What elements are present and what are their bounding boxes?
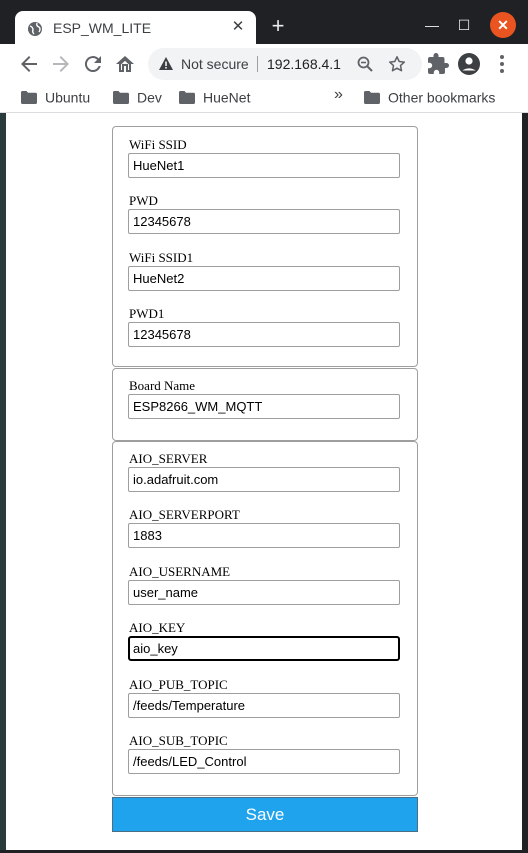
menu-kebab-icon[interactable] — [490, 52, 514, 76]
extensions-icon[interactable] — [426, 52, 450, 76]
profile-avatar-icon[interactable] — [457, 52, 481, 76]
bookmark-other[interactable]: Other bookmarks — [364, 88, 495, 108]
browser-toolbar: Not secure 192.168.4.1 — [0, 44, 528, 84]
address-bar[interactable]: Not secure 192.168.4.1 — [148, 48, 422, 80]
pwd-input[interactable] — [128, 209, 400, 234]
tab-title: ESP_WM_LITE — [53, 20, 152, 36]
aio-key-label: AIO_KEY — [129, 620, 186, 635]
maximize-button[interactable]: ☐ — [451, 12, 477, 38]
bookmarks-bar: Ubuntu Dev HueNet » Other bookmarks — [0, 84, 528, 112]
bookmark-huenet[interactable]: HueNet — [179, 88, 250, 108]
aio-sub-topic-label: AIO_SUB_TOPIC — [129, 733, 228, 748]
tab-close-icon[interactable]: ✕ — [228, 17, 248, 37]
aio-username-label: AIO_USERNAME — [129, 564, 231, 579]
bookmark-dev[interactable]: Dev — [113, 88, 162, 108]
address-divider — [257, 56, 258, 72]
forward-arrow-icon[interactable] — [49, 52, 73, 76]
zoom-out-icon[interactable] — [356, 55, 374, 73]
window-close-button[interactable]: ✕ — [490, 12, 516, 38]
home-icon[interactable] — [113, 52, 137, 76]
reload-icon[interactable] — [81, 52, 105, 76]
wifi-ssid-label: WiFi SSID — [129, 137, 187, 152]
minimize-button[interactable]: — — [419, 12, 445, 38]
aio-serverport-label: AIO_SERVERPORT — [129, 507, 240, 522]
aio-username-input[interactable] — [128, 580, 400, 605]
folder-icon — [21, 90, 37, 104]
back-arrow-icon[interactable] — [17, 52, 41, 76]
folder-icon — [179, 90, 195, 104]
globe-icon — [28, 22, 42, 36]
new-tab-button[interactable]: + — [266, 14, 290, 38]
wifi-credentials-group: WiFi SSID PWD WiFi SSID1 PWD1 — [112, 126, 418, 367]
bookmarks-overflow-chevron-icon[interactable]: » — [334, 86, 343, 106]
pwd-label: PWD — [129, 193, 158, 208]
folder-icon — [113, 90, 129, 104]
aio-server-label: AIO_SERVER — [129, 451, 208, 466]
folder-icon — [364, 90, 380, 104]
wifi-ssid-input[interactable] — [128, 153, 400, 178]
aio-server-input[interactable] — [128, 467, 400, 492]
board-name-input[interactable] — [128, 394, 400, 419]
bookmark-ubuntu[interactable]: Ubuntu — [21, 88, 90, 108]
warning-icon[interactable] — [158, 56, 174, 72]
title-bar: ESP_WM_LITE ✕ + — ☐ ✕ — [0, 0, 528, 46]
aio-pub-topic-input[interactable] — [128, 693, 400, 718]
browser-tab[interactable]: ESP_WM_LITE ✕ — [15, 11, 256, 46]
save-button[interactable]: Save — [112, 797, 418, 832]
wifi-ssid1-input[interactable] — [128, 266, 400, 291]
mqtt-settings-group: AIO_SERVER AIO_SERVERPORT AIO_USERNAME A… — [112, 441, 418, 796]
bookmark-star-icon[interactable] — [388, 55, 406, 73]
aio-key-input[interactable] — [128, 636, 400, 661]
aio-sub-topic-input[interactable] — [128, 749, 400, 774]
page-viewport: WiFi SSID PWD WiFi SSID1 PWD1 Board Name… — [6, 113, 522, 850]
pwd1-label: PWD1 — [129, 306, 165, 321]
aio-pub-topic-label: AIO_PUB_TOPIC — [129, 677, 228, 692]
bookmark-label: Ubuntu — [45, 89, 91, 106]
wifi-ssid1-label: WiFi SSID1 — [129, 250, 194, 265]
pwd1-input[interactable] — [128, 322, 400, 347]
url-text[interactable]: 192.168.4.1 — [267, 56, 341, 72]
bookmark-label: HueNet — [203, 89, 251, 106]
board-name-group: Board Name — [112, 368, 418, 441]
bookmark-label: Other bookmarks — [388, 89, 496, 106]
aio-serverport-input[interactable] — [128, 523, 400, 548]
security-status[interactable]: Not secure — [181, 56, 249, 72]
board-name-label: Board Name — [129, 378, 196, 393]
window-frame-right — [522, 113, 528, 853]
bookmark-label: Dev — [137, 89, 162, 106]
